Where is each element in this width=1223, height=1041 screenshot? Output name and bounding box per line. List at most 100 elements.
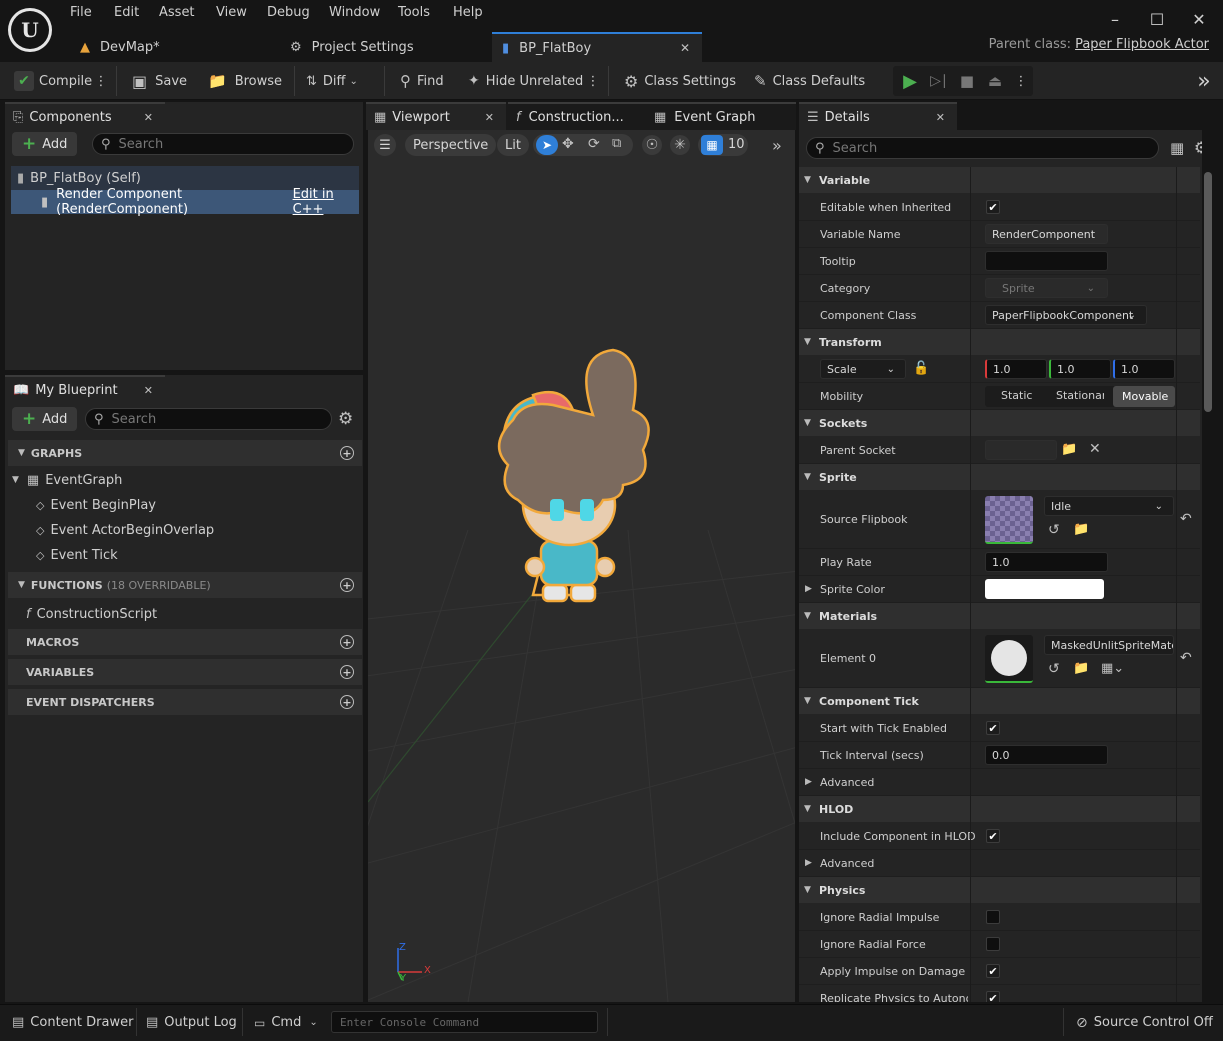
add-macro-icon[interactable]: +	[340, 635, 354, 649]
category-materials[interactable]: ▼ Materials	[799, 603, 1200, 629]
menu-file[interactable]: File	[70, 5, 92, 25]
close-tab-icon[interactable]: ✕	[144, 384, 153, 397]
play-options-icon[interactable]: ⋮	[1014, 62, 1028, 100]
menu-debug[interactable]: Debug	[267, 5, 310, 25]
scale-z-field[interactable]: 1.0	[1113, 359, 1175, 379]
scale-y-field[interactable]: 1.0	[1049, 359, 1111, 379]
material-dropdown[interactable]: MaskedUnlitSpriteMateri	[1044, 635, 1174, 655]
lock-icon[interactable]: 🔓	[913, 361, 929, 376]
mobility-stationary-option[interactable]: Stationar	[1056, 389, 1104, 402]
viewport[interactable]: Z X Y	[368, 130, 795, 1002]
grid-snap-icon[interactable]: ▦	[701, 135, 723, 155]
use-selected-icon[interactable]: ↺	[1048, 522, 1060, 538]
tab-bp-flatboy[interactable]: ▮ BP_FlatBoy ✕	[492, 32, 702, 62]
details-settings-icon[interactable]: ⚙	[1194, 138, 1202, 157]
add-dispatcher-icon[interactable]: +	[340, 695, 354, 709]
add-variable-icon[interactable]: +	[340, 665, 354, 679]
clear-icon[interactable]: ✕	[1089, 441, 1101, 457]
category-physics[interactable]: ▼ Physics	[799, 877, 1200, 903]
stop-icon[interactable]: ■	[957, 62, 977, 100]
world-local-icon[interactable]: ✳	[670, 135, 690, 155]
event-dispatchers-section[interactable]: EVENT DISPATCHERS +	[8, 689, 362, 715]
parent-socket-field[interactable]	[985, 440, 1057, 460]
tab-my-blueprint[interactable]: 📖 My Blueprint ✕	[5, 375, 165, 403]
tab-project-settings[interactable]: ⚙ Project Settings	[280, 32, 490, 62]
blueprint-search-input[interactable]: ⚲ Search	[85, 408, 332, 430]
graphs-section[interactable]: ▼ GRAPHS +	[8, 440, 362, 466]
mobility-movable-option[interactable]: Movable	[1113, 386, 1175, 407]
cmd-dropdown[interactable]: ▭ Cmd ⌄	[254, 1004, 318, 1041]
viewport-menu-icon[interactable]: ☰	[374, 134, 396, 156]
close-window-icon[interactable]: ✕	[1184, 6, 1214, 32]
surface-snap-icon[interactable]: ☉	[642, 135, 662, 155]
variable-name-field[interactable]: RenderComponent	[985, 224, 1108, 244]
event-item[interactable]: ◇ Event BeginPlay	[36, 494, 156, 516]
content-drawer-button[interactable]: ▤ Content Drawer	[12, 1004, 133, 1041]
render-component-row[interactable]: ▮ Render Component (RenderComponent) Edi…	[11, 187, 359, 217]
row-advanced-hlod[interactable]: ▶ Advanced	[799, 850, 1200, 877]
category-component-tick[interactable]: ▼ Component Tick	[799, 688, 1200, 714]
event-item[interactable]: ◇ Event Tick	[36, 544, 118, 566]
browse-socket-icon[interactable]: 📁	[1061, 442, 1077, 457]
include-hlod-checkbox[interactable]: ✔	[986, 829, 1000, 843]
class-settings-button[interactable]: ⚙ Class Settings	[624, 62, 736, 100]
menu-window[interactable]: Window	[329, 5, 380, 25]
tab-event-graph[interactable]: ▦ Event Graph	[646, 102, 796, 130]
source-control-button[interactable]: ⊘ Source Control Off	[1076, 1004, 1213, 1041]
menu-view[interactable]: View	[216, 5, 247, 25]
eventgraph-item[interactable]: ▼ ▦ EventGraph	[8, 468, 122, 492]
category-sprite[interactable]: ▼ Sprite	[799, 464, 1200, 490]
lit-button[interactable]: Lit	[497, 134, 529, 156]
use-selected-icon[interactable]: ↺	[1048, 661, 1060, 677]
column-splitter[interactable]	[970, 167, 971, 1002]
add-function-icon[interactable]: +	[340, 578, 354, 592]
functions-section[interactable]: ▼ FUNCTIONS (18 OVERRIDABLE) +	[8, 572, 362, 598]
material-thumbnail[interactable]	[985, 635, 1033, 683]
parent-class-link[interactable]: Paper Flipbook Actor	[1075, 37, 1209, 52]
macros-section[interactable]: MACROS +	[8, 629, 362, 655]
flipbook-dropdown[interactable]: Idle ⌄	[1044, 496, 1174, 516]
find-button[interactable]: ⚲ Find	[400, 62, 444, 100]
settings-gear-icon[interactable]: ⚙	[338, 409, 353, 429]
expand-icon[interactable]: ▶	[805, 584, 812, 594]
scale-icon[interactable]: ⧉	[612, 136, 621, 151]
row-advanced-tick[interactable]: ▶ Advanced	[799, 769, 1200, 796]
tooltip-field[interactable]	[985, 251, 1108, 271]
add-graph-icon[interactable]: +	[340, 446, 354, 460]
material-options-icon[interactable]: ▦⌄	[1101, 661, 1124, 676]
apply-impulse-checkbox[interactable]: ✔	[986, 964, 1000, 978]
play-icon[interactable]: ▶	[900, 62, 920, 100]
category-sockets[interactable]: ▼ Sockets	[799, 410, 1200, 436]
browse-asset-icon[interactable]: 📁	[1073, 661, 1089, 676]
rotate-icon[interactable]: ⟳	[588, 136, 600, 152]
edit-in-cpp-link[interactable]: Edit in C++	[293, 187, 359, 217]
mobility-static-option[interactable]: Static	[1001, 389, 1032, 402]
menu-tools[interactable]: Tools	[398, 5, 430, 25]
category-hlod[interactable]: ▼ HLOD	[799, 796, 1200, 822]
minimize-icon[interactable]: –	[1100, 6, 1130, 32]
perspective-button[interactable]: Perspective	[405, 134, 497, 156]
select-cursor-icon[interactable]: ➤	[536, 135, 558, 155]
replicate-physics-checkbox[interactable]: ✔	[986, 991, 1000, 1002]
components-search-input[interactable]: ⚲ Search	[92, 133, 354, 155]
more-options-icon[interactable]: ⋮	[587, 62, 600, 100]
details-search-input[interactable]: ⚲ Search	[806, 137, 1159, 159]
tick-interval-field[interactable]: 0.0	[985, 745, 1108, 765]
tab-devmap[interactable]: ▲ DevMap*	[70, 32, 280, 62]
component-class-dropdown[interactable]: PaperFlipbookComponent ⌄	[985, 305, 1147, 325]
construction-script-item[interactable]: f ConstructionScript	[26, 603, 157, 625]
ignore-radial-force-checkbox[interactable]	[986, 937, 1000, 951]
eject-icon[interactable]: ⏏	[985, 62, 1005, 100]
tab-components[interactable]: ⎘ Components ✕	[5, 102, 165, 130]
more-viewport-icon[interactable]: »	[772, 136, 782, 155]
browse-button[interactable]: 📁 Browse	[208, 62, 282, 100]
close-tab-icon[interactable]: ✕	[144, 111, 153, 124]
flipbook-thumbnail[interactable]	[985, 496, 1033, 544]
category-variable[interactable]: ▼ Variable	[799, 167, 1200, 193]
compile-options-icon[interactable]: ⋮	[95, 62, 108, 100]
tab-details[interactable]: ☰ Details ✕	[799, 102, 957, 130]
details-scrollbar[interactable]	[1204, 172, 1212, 412]
menu-help[interactable]: Help	[453, 5, 483, 25]
table-view-icon[interactable]: ▦	[1170, 139, 1184, 157]
save-button[interactable]: ▣ Save	[132, 62, 187, 100]
